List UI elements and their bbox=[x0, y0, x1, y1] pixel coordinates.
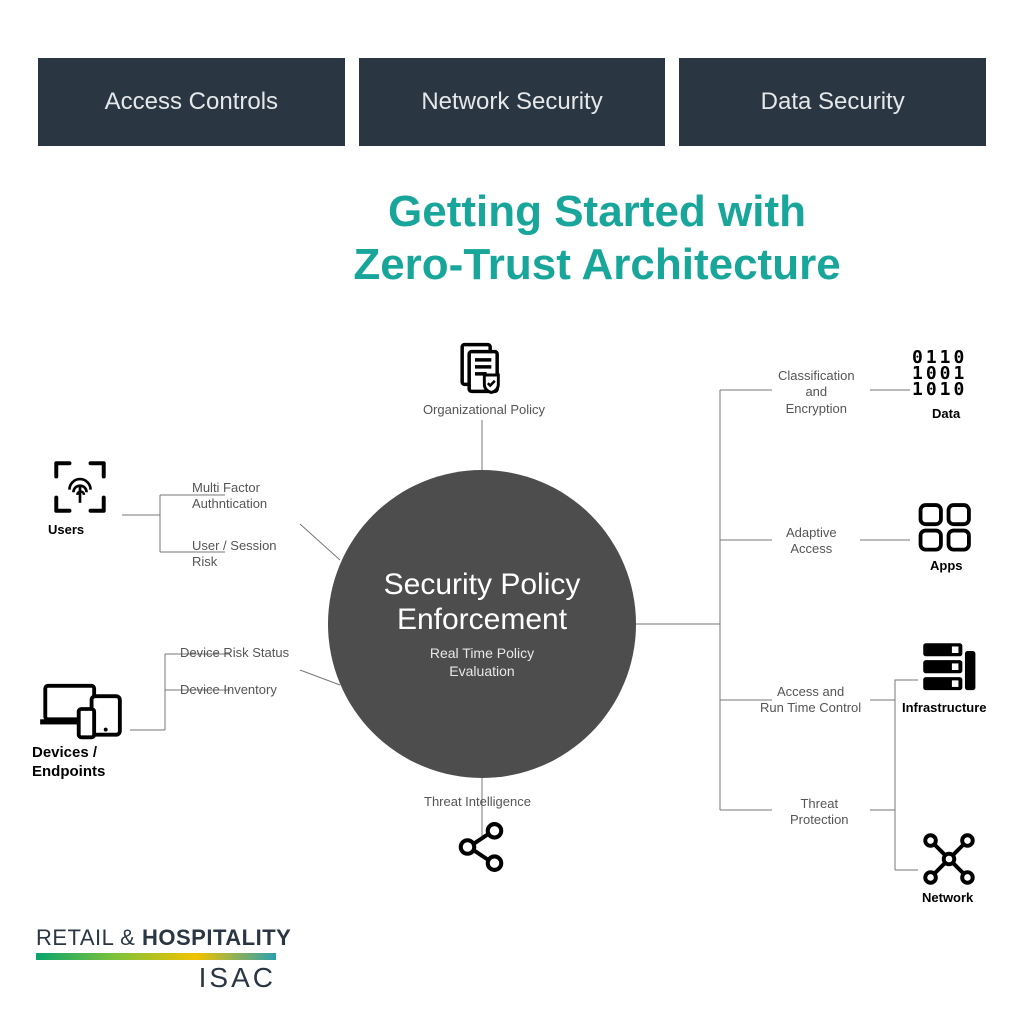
label-data: Data bbox=[932, 406, 960, 422]
label-users: Users bbox=[48, 522, 84, 538]
page-title: Getting Started with Zero-Trust Architec… bbox=[0, 146, 1024, 312]
label-infrastructure: Infrastructure bbox=[902, 700, 987, 716]
apps-grid-icon bbox=[918, 502, 974, 558]
server-rack-icon bbox=[918, 640, 978, 700]
label-mfa: Multi Factor Authntication bbox=[192, 480, 267, 513]
title-line-2: Zero-Trust Architecture bbox=[353, 240, 840, 289]
rh-isac-logo: RETAIL & HOSPITALITY ISAC bbox=[36, 925, 291, 994]
label-adaptive-access: Adaptive Access bbox=[786, 525, 837, 558]
label-network: Network bbox=[922, 890, 973, 906]
center-title-2: Enforcement bbox=[397, 603, 567, 638]
label-session-risk: User / Session Risk bbox=[192, 538, 277, 571]
title-line-1: Getting Started with bbox=[388, 187, 806, 236]
category-tabs: Access Controls Network Security Data Se… bbox=[0, 0, 1024, 146]
label-device-inventory: Device Inventory bbox=[180, 682, 277, 698]
tab-access-controls: Access Controls bbox=[38, 58, 345, 146]
logo-text-2: ISAC bbox=[36, 962, 276, 994]
label-classification-encryption: Classification and Encryption bbox=[778, 368, 855, 417]
label-access-runtime: Access and Run Time Control bbox=[760, 684, 861, 717]
label-device-risk: Device Risk Status bbox=[180, 645, 289, 661]
label-threat-protection: Threat Protection bbox=[790, 796, 849, 829]
binary-data-icon: 011010011010 bbox=[912, 350, 967, 398]
label-organizational-policy: Organizational Policy bbox=[420, 402, 548, 418]
label-threat-intelligence: Threat Intelligence bbox=[424, 794, 531, 810]
tab-data-security: Data Security bbox=[679, 58, 986, 146]
center-sub-2: Evaluation bbox=[449, 663, 514, 681]
share-nodes-icon bbox=[454, 820, 508, 878]
logo-text-1b: HOSPITALITY bbox=[142, 925, 291, 950]
network-graph-icon bbox=[920, 830, 978, 892]
center-title-1: Security Policy bbox=[384, 568, 581, 603]
tab-network-security: Network Security bbox=[359, 58, 666, 146]
devices-icon bbox=[30, 678, 130, 744]
policy-document-icon bbox=[450, 340, 514, 400]
label-apps: Apps bbox=[930, 558, 963, 574]
fingerprint-icon bbox=[40, 458, 120, 520]
logo-text-1a: RETAIL & bbox=[36, 925, 142, 950]
zero-trust-diagram: Security Policy Enforcement Real Time Po… bbox=[0, 340, 1024, 1024]
logo-gradient-bar bbox=[36, 953, 276, 960]
center-sub-1: Real Time Policy bbox=[430, 645, 534, 663]
label-devices-endpoints: Devices / Endpoints bbox=[32, 744, 105, 782]
center-circle: Security Policy Enforcement Real Time Po… bbox=[328, 470, 636, 778]
